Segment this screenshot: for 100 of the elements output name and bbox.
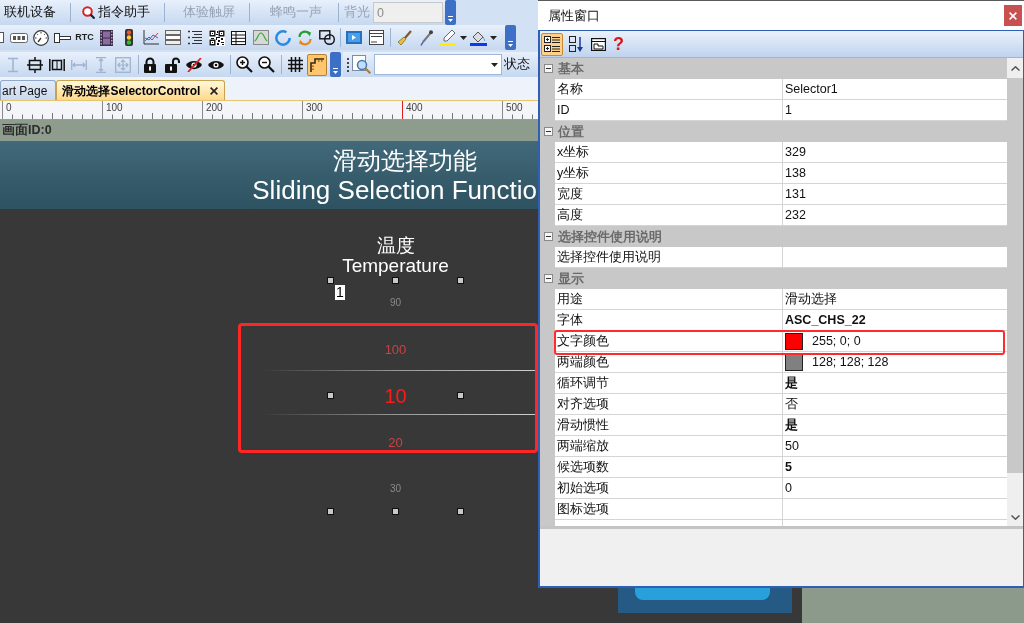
- window-icon[interactable]: [368, 30, 384, 45]
- gauge-icon[interactable]: [32, 29, 49, 46]
- ruler-label: 400: [405, 101, 423, 113]
- qr-code-icon[interactable]: [208, 29, 225, 46]
- caret-icon[interactable]: [489, 35, 497, 40]
- eyedropper-icon[interactable]: [419, 29, 433, 46]
- property-value-cell[interactable]: ASC_CHS_22: [783, 310, 1007, 331]
- resize-handle-icon[interactable]: [457, 508, 464, 515]
- property-name-cell: 两端缩放: [555, 436, 783, 457]
- resize-handle-icon[interactable]: [392, 508, 399, 515]
- toolbar-button[interactable]: 指令助手: [78, 1, 154, 24]
- property-name-cell: 用途: [555, 289, 783, 310]
- property-value-cell[interactable]: 是: [783, 415, 1007, 436]
- caret-icon[interactable]: [459, 35, 467, 40]
- property-value-cell[interactable]: Selector1: [783, 79, 1007, 100]
- chevron-down-icon[interactable]: [1010, 514, 1020, 520]
- minus-box-icon[interactable]: [544, 127, 553, 136]
- ring-icon[interactable]: [274, 29, 291, 46]
- backlight-label: 背光: [344, 6, 370, 19]
- ruler-label: 300: [305, 101, 323, 113]
- property-value-cell[interactable]: 329: [783, 142, 1007, 163]
- resize-handle-icon[interactable]: [327, 508, 334, 515]
- property-value-cell[interactable]: 131: [783, 184, 1007, 205]
- screen-id-label: 画面ID:0: [2, 124, 52, 137]
- property-value-cell[interactable]: 0: [783, 478, 1007, 499]
- minus-box-icon[interactable]: [544, 64, 553, 73]
- wave-chart-icon[interactable]: [252, 30, 269, 45]
- overlapping-shapes-icon[interactable]: [318, 30, 335, 45]
- resize-handle-icon[interactable]: [327, 277, 334, 284]
- property-value-cell[interactable]: 否: [783, 394, 1007, 415]
- film-icon[interactable]: [100, 29, 113, 46]
- zoom-in-icon[interactable]: [235, 56, 253, 73]
- minus-box-icon[interactable]: [544, 232, 553, 241]
- close-icon[interactable]: [210, 86, 219, 95]
- fill-icon[interactable]: [469, 29, 487, 46]
- selector-option[interactable]: 90: [389, 298, 402, 309]
- line-chart-icon[interactable]: [142, 30, 159, 45]
- close-button[interactable]: [1004, 5, 1022, 26]
- property-name-cell: 初始选项: [555, 478, 783, 499]
- resize-handle-icon[interactable]: [457, 277, 464, 284]
- table-icon[interactable]: [231, 30, 246, 45]
- selector-option[interactable]: 30: [389, 483, 402, 494]
- brush-icon[interactable]: [396, 29, 412, 46]
- property-name-cell: 宽度: [555, 184, 783, 205]
- lock-icon[interactable]: [143, 56, 157, 73]
- toolbar-overflow-icon[interactable]: [330, 52, 341, 77]
- property-value-cell[interactable]: 232: [783, 205, 1007, 226]
- window-panel-icon[interactable]: [591, 37, 606, 51]
- video-icon[interactable]: [346, 31, 362, 44]
- toolbar-overflow-icon[interactable]: [505, 25, 516, 50]
- minus-box-icon[interactable]: [544, 274, 553, 283]
- property-value-cell[interactable]: [783, 499, 1007, 520]
- view-toggle[interactable]: [541, 32, 563, 56]
- rtc-button[interactable]: RTC: [75, 33, 94, 42]
- property-value-cell[interactable]: 是: [783, 373, 1007, 394]
- eye-icon[interactable]: [208, 59, 224, 70]
- resize-handle-icon[interactable]: [457, 392, 464, 399]
- property-value-cell[interactable]: 255; 0; 0: [783, 331, 1007, 352]
- display-icon[interactable]: [9, 32, 28, 43]
- highlighter-icon[interactable]: [440, 29, 456, 46]
- help-button[interactable]: ?: [613, 35, 624, 53]
- property-name-cell: 两端颜色: [555, 352, 783, 373]
- resize-handle-icon[interactable]: [327, 392, 334, 399]
- toolbar-overflow-icon[interactable]: [445, 0, 456, 25]
- scrollbar[interactable]: [1007, 58, 1023, 526]
- traffic-light-icon[interactable]: [124, 29, 133, 46]
- property-value-cell[interactable]: [783, 247, 1007, 268]
- property-value-cell[interactable]: 50: [783, 436, 1007, 457]
- toolbar-button[interactable]: 联机设备: [0, 1, 60, 24]
- scrollbar-thumb[interactable]: [1007, 78, 1023, 473]
- tab[interactable]: art Page: [0, 80, 57, 100]
- property-value-cell[interactable]: 128; 128; 128: [783, 352, 1007, 373]
- property-name-cell: 选择控件使用说明: [555, 247, 783, 268]
- zoom-out-icon[interactable]: [257, 56, 275, 73]
- box-horizontal-line-icon[interactable]: [26, 56, 43, 73]
- header-title: 滑动选择功能: [333, 147, 477, 175]
- refresh-icon[interactable]: [296, 29, 313, 46]
- property-value-cell[interactable]: 1: [783, 100, 1007, 121]
- property-name-cell: ID: [555, 100, 783, 121]
- id-tag: 1: [335, 285, 345, 300]
- category-label: 位置: [558, 125, 584, 138]
- property-value-cell[interactable]: 滑动选择: [783, 289, 1007, 310]
- close-icon: [1009, 11, 1017, 20]
- ruler-label: 500: [505, 101, 523, 113]
- step-corner-icon: [310, 57, 324, 72]
- property-name-cell: 图标选项: [555, 499, 783, 520]
- box-vertical-line-icon[interactable]: [48, 56, 65, 73]
- tab[interactable]: 滑动选择SelectorControl: [56, 80, 226, 100]
- numbered-list-icon[interactable]: [187, 30, 202, 45]
- hidden-eye-icon[interactable]: [186, 57, 202, 72]
- chevron-up-icon[interactable]: [1010, 65, 1020, 71]
- property-value-cell[interactable]: 5: [783, 457, 1007, 478]
- grid-icon[interactable]: [287, 57, 303, 72]
- snap-toggle[interactable]: [307, 53, 327, 76]
- list-icon[interactable]: [164, 30, 181, 45]
- resize-handle-icon[interactable]: [392, 277, 399, 284]
- property-value-cell[interactable]: 138: [783, 163, 1007, 184]
- slider-icon[interactable]: [54, 32, 71, 43]
- search-icon[interactable]: [352, 55, 371, 74]
- unlock-icon[interactable]: [164, 56, 180, 73]
